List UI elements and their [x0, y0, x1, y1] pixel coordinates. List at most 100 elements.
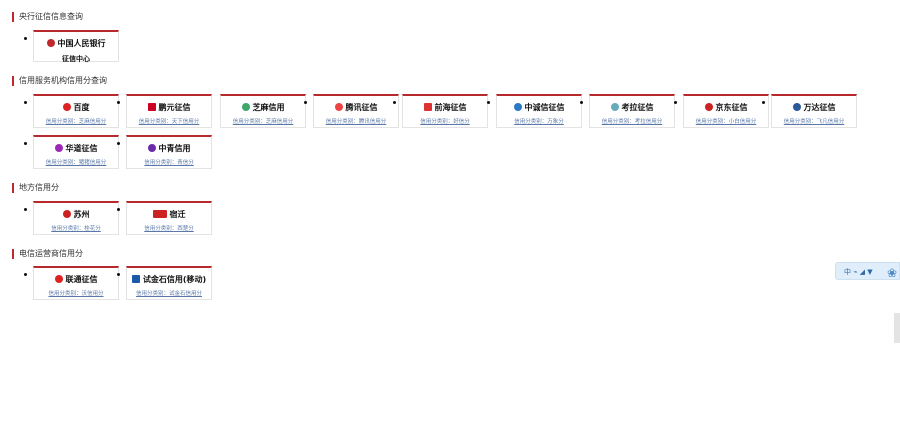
- card-wanda[interactable]: 万达征信信用分类别：飞凡信用分: [762, 94, 857, 128]
- section-title-credit-agencies: 信用服务机构信用分查询: [12, 76, 107, 86]
- card-name: 中国人民银行: [57, 39, 106, 48]
- zhima-icon: [241, 103, 250, 111]
- list-bullet: [487, 101, 490, 104]
- card-logo: 试金石信用(移动): [127, 274, 211, 285]
- floating-input-widget[interactable]: 中 ⌁ ◢ ▼ ❀: [835, 262, 900, 280]
- list-bullet: [117, 208, 120, 211]
- jingdong-icon: [704, 103, 713, 111]
- card-name: 考拉征信: [621, 103, 654, 112]
- card-suqian[interactable]: 宿迁信用分类别：西楚分: [117, 201, 212, 235]
- mobile-icon: [131, 275, 140, 283]
- card-pboc[interactable]: 中国人民银行 征信中心: [24, 30, 119, 63]
- card-name: 前海征信: [434, 103, 467, 112]
- card-zhongzheng[interactable]: 中诚信征信信用分类别：万象分: [487, 94, 582, 128]
- card-logo: 联通征信: [34, 274, 118, 285]
- qianhai-icon: [423, 103, 432, 111]
- card-logo: 芝麻信用: [221, 102, 305, 113]
- list-bullet: [117, 142, 120, 145]
- list-bullet: [762, 101, 765, 104]
- card-zhima[interactable]: 芝麻信用信用分类别：芝麻信用分: [220, 94, 306, 128]
- widget-label: 中 ⌁ ◢ ▼: [844, 268, 873, 276]
- card-logo: 考拉征信: [590, 102, 674, 113]
- card-sub: 信用分类别：芝麻信用分: [232, 119, 294, 125]
- card-logo: 中诚信征信: [497, 102, 581, 113]
- card-sub: 信用分类别：天下信用分: [138, 119, 200, 125]
- card-zhaoyi[interactable]: 鹏元征信信用分类别：天下信用分: [117, 94, 212, 128]
- card-logo: 中国人民银行: [34, 38, 118, 49]
- card-kaola[interactable]: 考拉征信信用分类别：考拉信用分: [580, 94, 675, 128]
- card-suzhou[interactable]: 苏州信用分类别：桂花分: [24, 201, 119, 235]
- card-logo: 前海征信: [403, 102, 487, 113]
- card-sub: 信用分类别：芝麻信用分: [45, 119, 107, 125]
- suzhou-icon: [62, 210, 71, 218]
- wanda-icon: [792, 103, 801, 111]
- card-mobile[interactable]: 试金石信用(移动) 信用分类别：试金石信用分: [117, 266, 212, 300]
- list-bullet: [580, 101, 583, 104]
- card-name: 鹏元征信: [158, 103, 191, 112]
- list-bullet: [24, 273, 27, 276]
- card-sub: 信用分类别：万象分: [514, 119, 564, 125]
- list-bullet: [117, 273, 120, 276]
- card-name: 宿迁: [169, 210, 186, 219]
- card-name: 试金石信用(移动): [142, 275, 207, 284]
- card-name: 芝麻信用: [252, 103, 285, 112]
- section-title-local: 地方信用分: [12, 183, 59, 193]
- card-zhongcheng[interactable]: 中青信用信用分类别：青信分: [117, 135, 212, 169]
- card-sub: 信用分类别：好信分: [420, 119, 470, 125]
- card-name: 腾讯征信: [345, 103, 378, 112]
- card-sub: 信用分类别：飞凡信用分: [783, 119, 845, 125]
- zhaoyi-icon: [147, 103, 156, 111]
- card-logo: 腾讯征信: [314, 102, 398, 113]
- card-logo: 京东征信: [684, 102, 768, 113]
- card-logo: 中青信用: [127, 143, 211, 154]
- card-logo: 鹏元征信: [127, 102, 211, 113]
- suqian-icon: [152, 210, 167, 218]
- card-tencent[interactable]: 腾讯征信信用分类别：腾讯信用分: [304, 94, 399, 128]
- card-sub: 信用分类别：小白信用分: [695, 119, 757, 125]
- card-sub: 信用分类别：西楚分: [144, 226, 194, 232]
- card-name: 中诚信征信: [524, 103, 565, 112]
- list-bullet: [24, 101, 27, 104]
- card-sub: 信用分类别：考拉信用分: [601, 119, 663, 125]
- list-bullet: [24, 208, 27, 211]
- card-name: 联通征信: [65, 275, 98, 284]
- card-sub: 信用分类别：腾讯信用分: [325, 119, 387, 125]
- section-title-telecom: 电信运营商信用分: [12, 249, 83, 259]
- list-bullet: [304, 101, 307, 104]
- zhongcheng-icon: [147, 144, 156, 152]
- card-logo: 宿迁: [127, 209, 211, 220]
- card-name: 中青信用: [158, 144, 191, 153]
- card-logo: 华道征信: [34, 143, 118, 154]
- card-jingdong[interactable]: 京东征信信用分类别：小白信用分: [674, 94, 769, 128]
- list-bullet: [24, 142, 27, 145]
- unicom-icon: [54, 275, 63, 283]
- card-name: 百度: [73, 103, 90, 112]
- list-bullet: [24, 37, 27, 40]
- card-name: 苏州: [73, 210, 90, 219]
- side-scroll-tab[interactable]: [894, 313, 900, 343]
- pboc-icon: [46, 39, 55, 47]
- card-sub: 信用分类别：桂花分: [51, 226, 101, 232]
- kaola-icon: [610, 103, 619, 111]
- card-sub: 信用分类别：猪猪信用分: [45, 160, 107, 166]
- huadao-icon: [54, 144, 63, 152]
- card-unicom[interactable]: 联通征信 信用分类别：沃信用分: [24, 266, 119, 300]
- zhongzheng-icon: [513, 103, 522, 111]
- list-bullet: [674, 101, 677, 104]
- card-logo: 苏州: [34, 209, 118, 220]
- card-logo: 百度: [34, 102, 118, 113]
- card-sub: 信用分类别：青信分: [144, 160, 194, 166]
- tencent-icon: [334, 103, 343, 111]
- card-huadao[interactable]: 华道征信信用分类别：猪猪信用分: [24, 135, 119, 169]
- card-qianhai[interactable]: 前海征信信用分类别：好信分: [393, 94, 488, 128]
- card-sub: 信用分类别：试金石信用分: [135, 291, 202, 297]
- card-baidu[interactable]: 百度信用分类别：芝麻信用分: [24, 94, 119, 128]
- section-title-central-bank: 央行征信信息查询: [12, 12, 83, 22]
- baidu-icon: [62, 103, 71, 111]
- list-bullet: [393, 101, 396, 104]
- card-name: 华道征信: [65, 144, 98, 153]
- card-name: 京东征信: [715, 103, 748, 112]
- card-sub: 征信中心: [62, 55, 90, 63]
- leaf-decoration-icon: ❀: [886, 266, 897, 280]
- card-name: 万达征信: [803, 103, 836, 112]
